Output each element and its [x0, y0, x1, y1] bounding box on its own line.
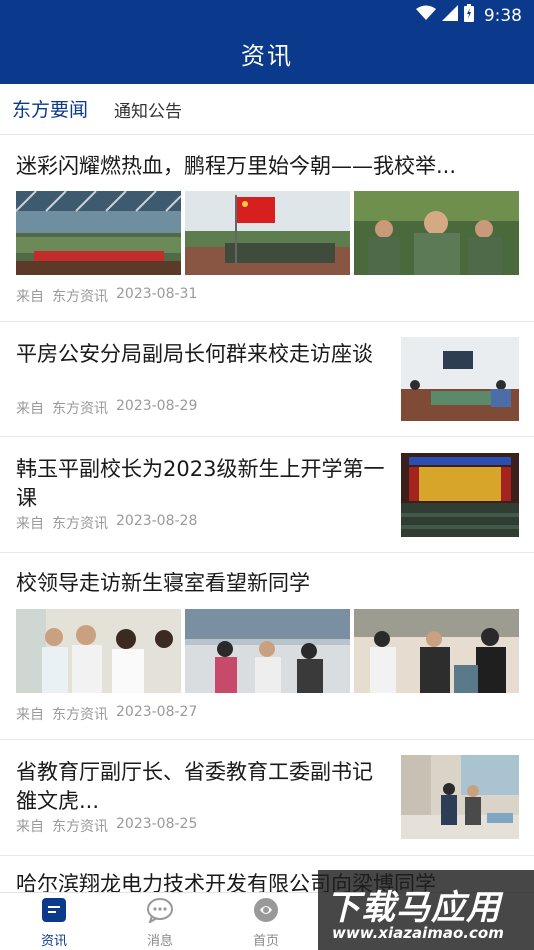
tab-notices[interactable]: 通知公告 — [114, 97, 182, 122]
news-date: 2023-08-31 — [116, 286, 198, 302]
watermark-url: www.xiazaimao.com — [332, 924, 504, 942]
news-meta: 来自 东方资讯 2023-08-27 — [16, 704, 197, 724]
news-image — [185, 609, 350, 693]
page-title: 资讯 — [241, 42, 293, 70]
news-image — [354, 609, 519, 693]
news-meta: 来自 东方资讯 2023-08-25 — [16, 816, 197, 836]
status-icons: 9:38 — [415, 4, 522, 27]
nav-news[interactable]: 资讯 — [19, 897, 89, 949]
news-date: 2023-08-29 — [116, 398, 198, 414]
news-date: 2023-08-28 — [116, 513, 198, 529]
news-thumbnail — [401, 755, 519, 839]
news-item[interactable]: 校领导走访新生寝室看望新同学 来自 东方资讯 2023-08-27 — [0, 553, 534, 740]
news-image — [16, 191, 181, 275]
news-source: 东方资讯 — [52, 819, 108, 835]
news-meta: 来自 东方资讯 2023-08-29 — [16, 398, 197, 418]
chat-bubble-icon — [146, 898, 174, 927]
app-bar: 资讯 — [0, 28, 534, 84]
news-date: 2023-08-27 — [116, 704, 198, 720]
news-source: 东方资讯 — [52, 289, 108, 305]
news-source-prefix: 来自 — [16, 707, 44, 723]
news-source: 东方资讯 — [52, 516, 108, 532]
news-title: 韩玉平副校长为2023级新生上开学第一课 — [16, 457, 385, 510]
nav-home[interactable]: 首页 — [231, 897, 301, 949]
cellular-signal-icon — [441, 5, 458, 26]
news-source-prefix: 来自 — [16, 819, 44, 835]
news-title: 校领导走访新生寝室看望新同学 — [16, 571, 310, 595]
home-logo-icon — [253, 898, 279, 927]
news-title: 平房公安分局副局长何群来校走访座谈 — [16, 342, 373, 366]
nav-messages[interactable]: 消息 — [125, 897, 195, 949]
news-item[interactable]: 省教育厅副厅长、省委教育工委副书记雒文虎... 来自 东方资讯 2023-08-… — [0, 740, 534, 856]
watermark-overlay: 下载马应用 www.xiazaimao.com — [318, 870, 534, 950]
news-icon — [41, 898, 67, 927]
tab-east-news[interactable]: 东方要闻 — [12, 95, 88, 122]
nav-home-label: 首页 — [252, 934, 279, 949]
news-source-prefix: 来自 — [16, 401, 44, 417]
news-source-prefix: 来自 — [16, 516, 44, 532]
news-source: 东方资讯 — [52, 401, 108, 417]
news-meta: 来自 东方资讯 2023-08-28 — [16, 513, 197, 533]
watermark-text: 下载马应用 — [326, 888, 501, 928]
category-tabs: 东方要闻 通知公告 — [0, 84, 534, 135]
news-image — [16, 609, 181, 693]
news-source: 东方资讯 — [52, 707, 108, 723]
news-meta: 来自 东方资讯 2023-08-31 — [16, 286, 197, 306]
news-source-prefix: 来自 — [16, 289, 44, 305]
news-item[interactable]: 韩玉平副校长为2023级新生上开学第一课 来自 东方资讯 2023-08-28 — [0, 437, 534, 553]
news-thumbnail — [401, 337, 519, 421]
battery-icon — [463, 4, 474, 27]
status-bar: 9:38 — [0, 0, 534, 28]
news-thumbnail — [401, 453, 519, 537]
news-title: 迷彩闪耀燃热血，鹏程万里始今朝——我校举... — [16, 154, 457, 178]
nav-news-label: 资讯 — [40, 934, 67, 949]
status-time: 9:38 — [483, 5, 522, 26]
news-date: 2023-08-25 — [116, 816, 198, 832]
nav-messages-label: 消息 — [146, 934, 173, 949]
news-item[interactable]: 迷彩闪耀燃热血，鹏程万里始今朝——我校举... 来自 东方资讯 2023-08-… — [0, 136, 534, 322]
wifi-icon — [415, 5, 436, 26]
news-item[interactable]: 平房公安分局副局长何群来校走访座谈 来自 东方资讯 2023-08-29 — [0, 322, 534, 437]
news-title: 省教育厅副厅长、省委教育工委副书记雒文虎... — [16, 760, 373, 813]
news-image — [354, 191, 519, 275]
news-image — [185, 191, 350, 275]
